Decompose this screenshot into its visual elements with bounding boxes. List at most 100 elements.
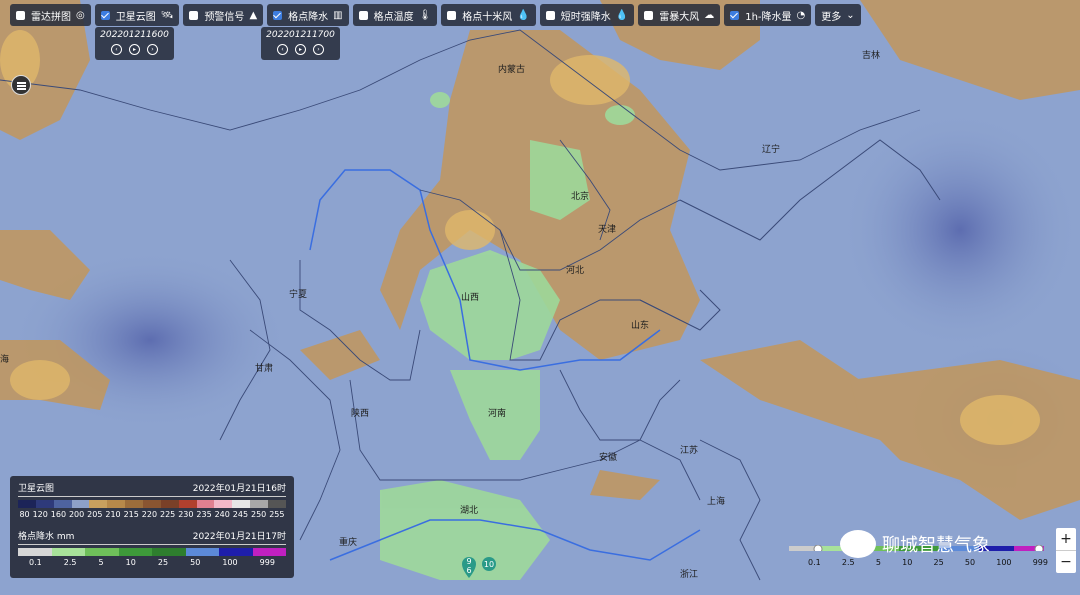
satellite-legend-time: 2022年01月21日16时 — [192, 484, 286, 494]
color-swatch — [85, 548, 119, 556]
marker-label: 6 — [466, 566, 471, 575]
checkbox[interactable] — [447, 10, 457, 20]
satellite-icon: 🛰 — [160, 9, 174, 21]
toggle-thunder-wind[interactable]: 雷暴大风 ☁ — [638, 4, 721, 26]
color-swatch — [185, 548, 219, 556]
station-markers[interactable]: 9 6 10 — [461, 555, 501, 587]
more-button[interactable]: 更多 ⌄ — [815, 4, 861, 26]
color-swatch — [232, 500, 251, 508]
province-label: 山西 — [461, 293, 480, 303]
color-swatch — [178, 500, 197, 508]
play-icon[interactable]: ▸ — [295, 44, 306, 55]
checkbox-checked[interactable] — [100, 10, 110, 20]
checkbox[interactable] — [644, 10, 654, 20]
color-swatch — [89, 500, 108, 508]
color-swatch — [125, 500, 144, 508]
toggle-label: 雷暴大风 — [659, 11, 700, 23]
province-label: 辽宁 — [762, 145, 781, 155]
color-swatch — [118, 548, 152, 556]
toggle-temp[interactable]: 格点温度 🌡 — [352, 4, 438, 26]
prev-icon[interactable]: ‹ — [111, 44, 122, 55]
toggle-label: 预警信号 — [204, 11, 245, 23]
chevron-down-icon: ⌄ — [846, 9, 855, 21]
checkbox[interactable] — [545, 10, 555, 20]
province-label: 甘肃 — [255, 364, 274, 374]
satellite-legend-title: 卫星云图 — [18, 484, 55, 494]
tick-label: 200 — [68, 510, 85, 519]
clock-rain-icon: ◔ — [796, 9, 806, 21]
color-swatch — [152, 548, 186, 556]
color-swatch — [219, 548, 253, 556]
checkbox[interactable] — [358, 10, 368, 20]
play-icon[interactable]: ▸ — [129, 44, 140, 55]
precip-time-panel: 202201211700 ‹ ▸ › — [261, 27, 340, 60]
tick-label: 205 — [87, 510, 103, 519]
tick-label: 220 — [141, 510, 158, 519]
toggle-label: 1h-降水量 — [745, 11, 792, 23]
radar-icon: ◎ — [76, 9, 85, 21]
toggle-radar[interactable]: 雷达拼图 ◎ — [10, 4, 91, 26]
tick-label: 999 — [259, 558, 275, 567]
prev-icon[interactable]: ‹ — [277, 44, 288, 55]
next-icon[interactable]: › — [147, 44, 158, 55]
tick-label: 210 — [105, 510, 121, 519]
toggle-precip[interactable]: 格点降水 ▥ — [267, 4, 349, 26]
toggle-satellite[interactable]: 卫星云图 🛰 — [94, 4, 180, 26]
color-swatch — [18, 500, 36, 508]
tick-label: 50 — [964, 558, 976, 567]
menu-icon[interactable] — [11, 75, 31, 95]
precip-ticks: 0.1 2.5 5 10 25 50 100 999 — [18, 558, 286, 567]
legend-panel: 卫星云图 2022年01月21日16时 80 120 160 200 205 210 215 2… — [10, 476, 294, 578]
province-label: 浙江 — [680, 570, 699, 580]
thermometer-icon: 🌡 — [418, 9, 432, 21]
tick-label: 5 — [875, 558, 881, 567]
tick-label: 25 — [933, 558, 944, 567]
color-swatch — [107, 500, 126, 508]
color-swatch — [252, 548, 286, 556]
province-label: 山东 — [631, 321, 650, 331]
tick-label: 999 — [1032, 558, 1048, 567]
province-label: 天津 — [598, 225, 617, 235]
color-swatch — [53, 500, 72, 508]
wechat-icon — [840, 530, 876, 558]
color-swatch — [143, 500, 161, 508]
tick-label: 2.5 — [63, 558, 77, 567]
precip-color-bar — [18, 548, 286, 556]
province-label: 内蒙古 — [498, 65, 526, 75]
checkbox[interactable] — [16, 10, 25, 20]
slider-ticks: 0.1 2.5 5 10 25 50 100 999 — [808, 558, 1048, 567]
checkbox[interactable] — [189, 10, 199, 20]
tick-label: 255 — [269, 510, 285, 519]
toggle-wind[interactable]: 格点十米风 💧 — [441, 4, 536, 26]
satellite-time-panel: 202201211600 ‹ ▸ › — [95, 27, 174, 60]
toggle-heavy-rain[interactable]: 短时强降水 💧 — [539, 4, 635, 26]
layer-toolbar: 雷达拼图 ◎ 卫星云图 🛰 预警信号 ▲ 格点降水 ▥ 格点温度 🌡 格点十米风 💧 短时强… — [10, 4, 861, 26]
color-swatch — [250, 500, 269, 508]
province-label: 宁夏 — [289, 290, 308, 300]
tick-label: 100 — [996, 558, 1012, 567]
color-swatch — [18, 548, 52, 556]
province-label: 海 — [0, 355, 10, 365]
toggle-1h-rain[interactable]: 1h-降水量 ◔ — [724, 4, 812, 26]
tick-label: 0.1 — [29, 558, 42, 567]
province-label: 湖北 — [460, 506, 479, 516]
checkbox-checked[interactable] — [730, 10, 740, 20]
toggle-warning[interactable]: 预警信号 ▲ — [183, 4, 264, 26]
zoom-out-button[interactable]: − — [1056, 551, 1076, 573]
province-label: 上海 — [707, 497, 726, 507]
tick-label: 50 — [190, 558, 201, 567]
precip-legend-title: 格点降水 mm — [18, 532, 75, 542]
marker-label: 9 — [466, 557, 471, 566]
precip-legend-time: 2022年01月21日17时 — [192, 532, 286, 542]
province-label: 江苏 — [680, 446, 699, 456]
tick-label: 230 — [178, 510, 194, 519]
color-swatch — [35, 500, 54, 508]
toggle-label: 格点十米风 — [462, 11, 513, 23]
province-label: 河北 — [566, 266, 585, 276]
next-icon[interactable]: › — [313, 44, 324, 55]
satellite-ticks: 80 120 160 200 205 210 215 220 225 230 235 240 245 25… — [18, 510, 286, 519]
warning-icon: ▲ — [249, 9, 258, 21]
zoom-in-button[interactable]: + — [1056, 528, 1076, 551]
tick-label: 10 — [125, 558, 136, 567]
checkbox-checked[interactable] — [273, 10, 283, 20]
